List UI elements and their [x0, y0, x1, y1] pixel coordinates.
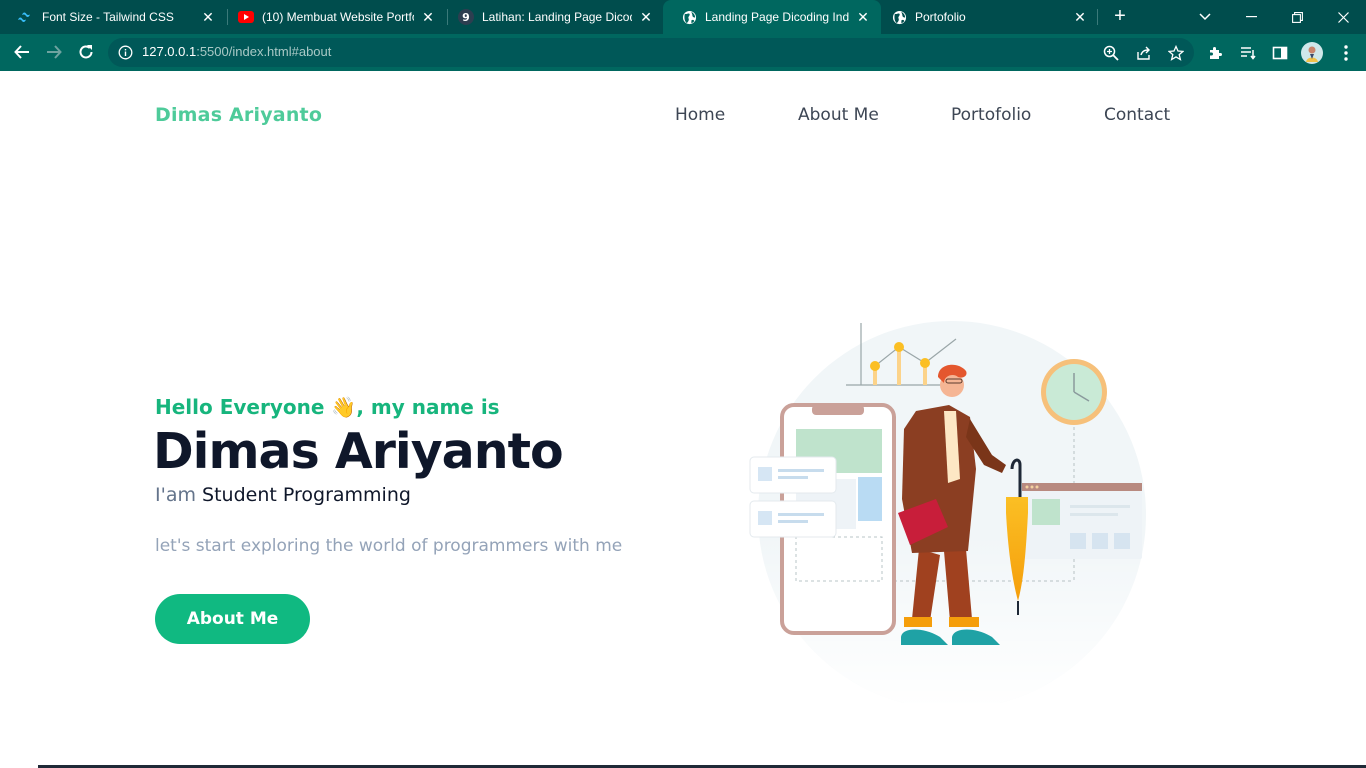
waving-hand-icon: 👋 — [331, 395, 357, 419]
hero-greeting: Hello Everyone 👋, my name is — [155, 395, 500, 419]
back-icon[interactable] — [10, 40, 34, 64]
greeting-text: Hello Everyone — [155, 395, 325, 419]
greeting-suffix: , my name is — [356, 395, 500, 419]
tailwind-icon — [18, 9, 34, 25]
close-tab-icon[interactable]: ✕ — [855, 9, 871, 25]
close-tab-icon[interactable]: ✕ — [420, 9, 436, 25]
hero-role: I'am Student Programming — [155, 484, 411, 506]
browser-tabstrip: Font Size - Tailwind CSS ✕ (10) Membuat … — [0, 0, 1366, 34]
nav-home[interactable]: Home — [675, 105, 725, 125]
nav-contact[interactable]: Contact — [1104, 105, 1170, 125]
tab-title: Latihan: Landing Page Dicoding — [482, 10, 632, 24]
hero-tagline: let's start exploring the world of progr… — [155, 536, 623, 556]
close-tab-icon[interactable]: ✕ — [200, 9, 216, 25]
address-bar[interactable]: 127.0.0.1:5500/index.html#about — [108, 38, 1194, 67]
reload-icon[interactable] — [74, 40, 98, 64]
restore-icon[interactable] — [1274, 0, 1320, 34]
browser-tab[interactable]: Font Size - Tailwind CSS ✕ — [0, 0, 226, 34]
role-prefix: I'am — [155, 484, 196, 506]
forward-icon[interactable] — [42, 40, 66, 64]
tab-title: (10) Membuat Website Portfolio — [262, 10, 414, 24]
tab-title: Landing Page Dicoding Indonesia — [705, 10, 849, 24]
about-me-button[interactable]: About Me — [155, 594, 310, 644]
role-title: Student Programming — [202, 484, 411, 506]
browser-menu-icon[interactable] — [1336, 43, 1356, 63]
side-panel-icon[interactable] — [1270, 43, 1290, 63]
share-icon[interactable] — [1135, 44, 1153, 62]
youtube-icon — [238, 9, 254, 25]
tab-search-icon[interactable] — [1182, 0, 1228, 34]
hero-name: Dimas Ariyanto — [153, 423, 564, 480]
svg-text:9: 9 — [462, 11, 470, 24]
nav-portofolio[interactable]: Portofolio — [951, 105, 1031, 125]
tab-title: Portofolio — [915, 10, 966, 24]
page: Dimas Ariyanto Home About Me Portofolio … — [0, 71, 1366, 768]
nav-about-me[interactable]: About Me — [798, 105, 879, 125]
zoom-icon[interactable] — [1102, 44, 1120, 62]
url-host: 127.0.0.1 — [142, 44, 197, 59]
tab-title: Font Size - Tailwind CSS — [42, 10, 174, 24]
url-path: :5500/index.html#about — [196, 44, 332, 59]
browser-tab[interactable]: 9 Latihan: Landing Page Dicoding ✕ — [440, 0, 664, 34]
profile-avatar[interactable] — [1301, 42, 1323, 64]
browser-tab[interactable]: (10) Membuat Website Portfolio ✕ — [220, 0, 446, 34]
new-tab-button[interactable]: + — [1108, 5, 1132, 29]
minimize-icon[interactable] — [1228, 0, 1274, 34]
bookmark-star-icon[interactable] — [1167, 44, 1185, 62]
site-info-icon[interactable] — [118, 45, 133, 60]
site-brand[interactable]: Dimas Ariyanto — [155, 104, 322, 126]
globe-icon — [891, 9, 907, 25]
extensions-icon[interactable] — [1206, 43, 1226, 63]
close-window-icon[interactable] — [1320, 0, 1366, 34]
close-tab-icon[interactable]: ✕ — [1072, 9, 1088, 25]
browser-tab-active[interactable]: Landing Page Dicoding Indonesia ✕ — [663, 0, 881, 34]
globe-icon — [681, 9, 697, 25]
close-tab-icon[interactable]: ✕ — [638, 9, 654, 25]
dicoding-icon: 9 — [458, 9, 474, 25]
browser-toolbar: 127.0.0.1:5500/index.html#about — [0, 34, 1366, 71]
browser-tab[interactable]: Portofolio ✕ — [880, 0, 1098, 34]
reading-list-icon[interactable] — [1238, 43, 1258, 63]
url-text: 127.0.0.1:5500/index.html#about — [142, 44, 331, 59]
tab-separator — [1097, 9, 1098, 25]
hero-illustration — [749, 321, 1146, 703]
